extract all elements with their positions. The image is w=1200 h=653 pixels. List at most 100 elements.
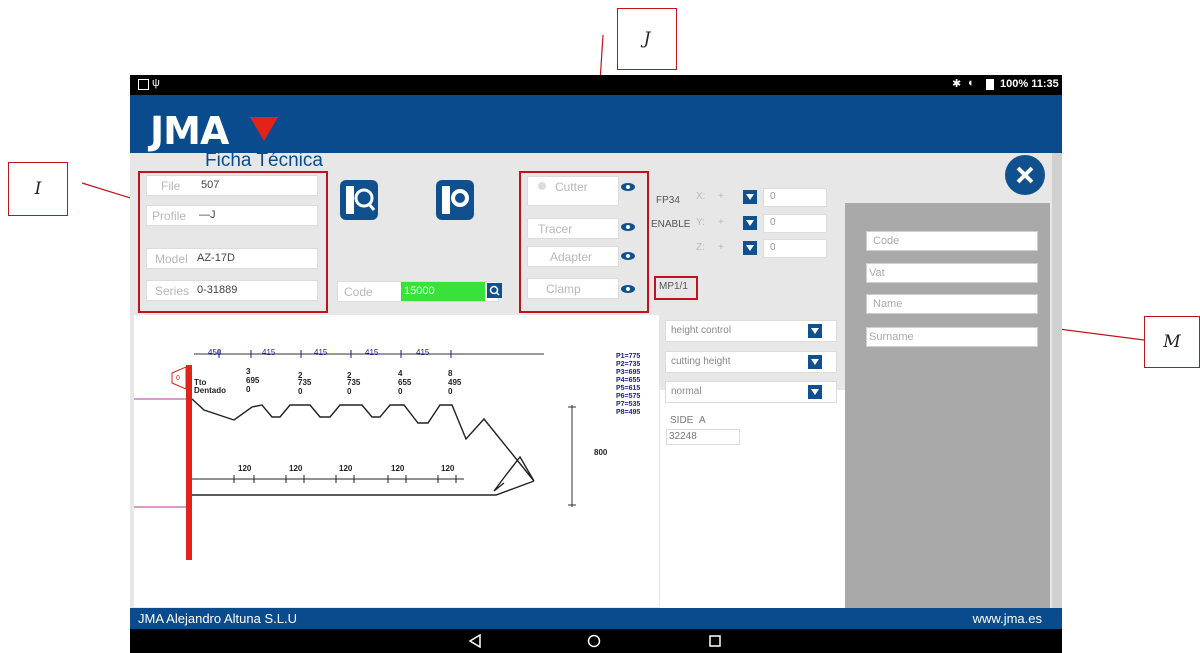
mode-value-front: normal: [671, 386, 702, 397]
axis-y-sign[interactable]: +: [718, 217, 724, 228]
axis-y-input[interactable]: 0: [763, 214, 827, 233]
battery-icon: [986, 79, 994, 90]
key-profile-button[interactable]: [436, 180, 474, 220]
p-item-1: P1=775: [616, 353, 640, 360]
search-key-button[interactable]: [340, 180, 378, 220]
code-search-button[interactable]: [487, 283, 502, 298]
tope-zero: 0: [176, 375, 180, 382]
p-item-6: P6=575: [616, 393, 640, 400]
p-item-3: P3=695: [616, 369, 640, 376]
axis-y-value: 0: [770, 217, 776, 228]
tope-label-2: Dentado: [194, 386, 226, 395]
cutting-height-value: cutting height: [671, 356, 731, 367]
top-dim-1: 450: [208, 348, 222, 357]
screen-icon: [138, 79, 149, 90]
key-profile-drawing: 450 415 415 415 415 3 695 0 2 735 0 2 73…: [134, 348, 640, 560]
chevron-down-icon: [808, 385, 822, 399]
depth-5: 8: [448, 369, 453, 378]
highlight-box-m: [654, 276, 698, 300]
cutting-height-select[interactable]: cutting height: [665, 351, 837, 373]
axis-x-value: 0: [770, 191, 776, 202]
zero-2: 0: [298, 387, 303, 396]
p-item-2: P2=735: [616, 361, 640, 368]
height-dim: 800: [594, 448, 608, 457]
depth-val-5: 495: [448, 378, 462, 387]
axis-z-input[interactable]: 0: [763, 239, 827, 258]
axis-x-direction-button[interactable]: [743, 190, 757, 204]
customer-surname-placeholder: Surname: [869, 331, 914, 343]
code-label: Code: [344, 285, 373, 299]
customer-surname-input[interactable]: Surname: [866, 327, 1038, 347]
customer-name-input[interactable]: Name: [866, 294, 1038, 314]
app-footer: JMA Alejandro Altuna S.L.U www.jma.es: [130, 608, 1062, 629]
bluetooth-icon: ✱: [952, 78, 962, 90]
key-cut-profile: [191, 398, 535, 492]
bottom-dim-3: 120: [339, 464, 353, 473]
customer-code-placeholder: Code: [873, 235, 900, 247]
customer-vat-input[interactable]: Vat: [866, 263, 1038, 283]
zero-5: 0: [448, 387, 453, 396]
depth-4: 4: [398, 369, 403, 378]
depth-val-4: 655: [398, 378, 412, 387]
side-value-front: A: [699, 415, 706, 426]
mode-select-front[interactable]: normal: [665, 381, 837, 403]
side-number-front: 32248: [669, 431, 697, 442]
jma-logo: JMA: [150, 109, 229, 153]
bottom-dim-1: 120: [238, 464, 252, 473]
side-label-front: SIDE: [670, 415, 694, 426]
footer-website[interactable]: www.jma.es: [973, 611, 1042, 626]
height-control-value: height control: [671, 325, 732, 336]
highlight-box-j: [519, 171, 649, 313]
scrollbar[interactable]: [1052, 153, 1062, 608]
shoulder-stop-bar: [186, 365, 192, 560]
p-item-5: P5=615: [616, 385, 640, 392]
p-item-4: P4=655: [616, 377, 640, 384]
depth-val-3: 735: [347, 378, 361, 387]
status-time: 100% 11:35: [1000, 78, 1059, 90]
axis-y-label: Y:: [696, 217, 705, 228]
chevron-down-icon: [808, 324, 822, 338]
top-dim-3: 415: [314, 348, 328, 357]
p-item-8: P8=495: [616, 409, 640, 416]
chevron-down-icon: [808, 355, 822, 369]
axis-x-sign[interactable]: +: [718, 191, 724, 202]
customer-name-placeholder: Name: [873, 298, 903, 310]
axis-x-label: X:: [696, 191, 706, 202]
axis-z-direction-button[interactable]: [743, 241, 757, 255]
code-value[interactable]: 15000: [401, 282, 485, 301]
code-search-field[interactable]: Code 15000: [337, 281, 499, 302]
status-bar: ψ ✱ ◐ 100% 11:35: [130, 75, 1062, 95]
axis-y-direction-button[interactable]: [743, 216, 757, 230]
depth-1: 3: [246, 367, 251, 376]
footer-company: JMA Alejandro Altuna S.L.U: [138, 611, 297, 626]
depth-val-1: 695: [246, 376, 260, 385]
side-number-field-front: 32248: [666, 429, 740, 445]
close-icon: [1016, 166, 1034, 184]
app-header: JMA: [130, 95, 1062, 153]
zero-3: 0: [347, 387, 352, 396]
bottom-dim-2: 120: [289, 464, 303, 473]
p-item-7: P7=535: [616, 401, 640, 408]
customer-code-input[interactable]: Code: [866, 231, 1038, 251]
enable-label: ENABLE: [651, 219, 691, 230]
fp-label: FP34: [656, 195, 680, 206]
android-nav-bar: [130, 629, 1062, 653]
axis-x-input[interactable]: 0: [763, 188, 827, 207]
key-profile-icon: [442, 186, 469, 214]
highlight-box-i: [138, 171, 328, 313]
bottom-dim-5: 120: [441, 464, 455, 473]
close-button[interactable]: [1005, 155, 1045, 195]
axis-z-label: Z:: [696, 242, 705, 253]
usb-icon: ψ: [152, 77, 160, 89]
recents-icon[interactable]: [708, 634, 722, 648]
jma-logo-mark: [250, 117, 278, 141]
search-icon: [489, 285, 500, 296]
customer-vat-placeholder: Vat: [869, 267, 885, 279]
back-icon[interactable]: [468, 634, 482, 648]
axis-z-value: 0: [770, 242, 776, 253]
top-dim-2: 415: [262, 348, 276, 357]
home-icon[interactable]: [587, 634, 601, 648]
top-dim-5: 415: [416, 348, 430, 357]
axis-z-sign[interactable]: +: [718, 242, 724, 253]
height-control-select[interactable]: height control: [665, 320, 837, 342]
